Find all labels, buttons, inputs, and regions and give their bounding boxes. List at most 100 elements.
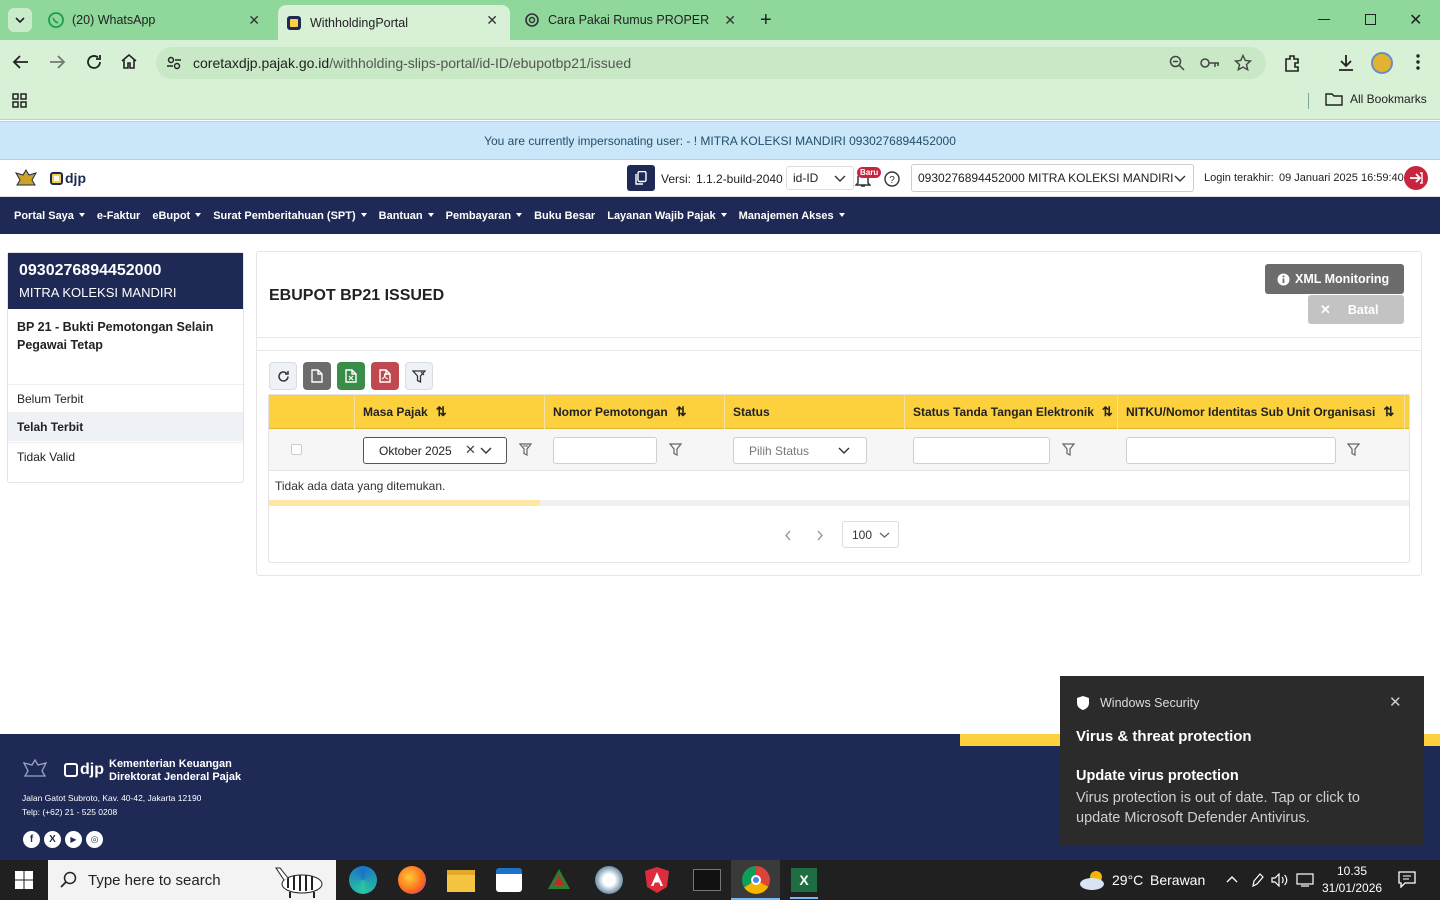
- prev-page-icon[interactable]: [784, 530, 792, 541]
- site-info-icon[interactable]: [166, 55, 182, 71]
- sidebar-item-telah-terbit[interactable]: Telah Terbit: [8, 412, 243, 441]
- nav-pembayaran[interactable]: Pembayaran: [446, 210, 522, 222]
- terminal-icon[interactable]: [693, 869, 721, 891]
- nitku-filter[interactable]: [1126, 437, 1336, 464]
- sidebar-item-belum-terbit[interactable]: Belum Terbit: [8, 384, 243, 413]
- window-close-icon[interactable]: ✕: [1409, 10, 1422, 30]
- masa-pajak-filter[interactable]: Oktober 2025 ✕: [363, 437, 507, 464]
- taskbar-time[interactable]: 10.35: [1337, 864, 1367, 878]
- horizontal-scrollbar[interactable]: [269, 500, 1409, 506]
- weather-description[interactable]: Berawan: [1150, 872, 1205, 888]
- back-icon[interactable]: [12, 53, 30, 71]
- notification-center-icon[interactable]: [1398, 871, 1416, 888]
- nomor-pemotongan-filter[interactable]: [553, 437, 657, 464]
- column-nitku[interactable]: NITKU/Nomor Identitas Sub Unit Organisas…: [1118, 395, 1405, 429]
- taskbar-date[interactable]: 31/01/2026: [1322, 881, 1382, 895]
- nav-e-faktur[interactable]: e-Faktur: [97, 210, 140, 222]
- nav-portal-saya[interactable]: Portal Saya: [14, 210, 85, 222]
- toast-close-icon[interactable]: ✕: [1389, 693, 1402, 711]
- windows-start-icon[interactable]: [15, 871, 33, 889]
- volume-icon[interactable]: [1271, 873, 1289, 887]
- refresh-button[interactable]: [269, 362, 297, 390]
- next-page-icon[interactable]: [816, 530, 824, 541]
- excel-icon[interactable]: X: [791, 868, 817, 892]
- inkscape-app-icon[interactable]: [546, 867, 572, 893]
- logout-button[interactable]: [1404, 166, 1428, 190]
- restore-icon[interactable]: [1365, 14, 1376, 25]
- nav-spt[interactable]: Surat Pemberitahuan (SPT): [213, 210, 366, 222]
- clear-filter-button[interactable]: [405, 362, 433, 390]
- xml-monitoring-button[interactable]: XML Monitoring: [1265, 264, 1404, 294]
- nav-ebupot[interactable]: eBupot: [152, 210, 201, 222]
- column-masa-pajak[interactable]: Masa Pajak ⇅: [355, 395, 545, 429]
- home-icon[interactable]: [120, 52, 138, 70]
- tab-whatsapp[interactable]: (20) WhatsApp ✕: [40, 0, 272, 40]
- locale-select[interactable]: id-ID: [786, 166, 854, 190]
- edge-icon[interactable]: [349, 866, 377, 894]
- all-bookmarks-button[interactable]: All Bookmarks: [1325, 92, 1427, 106]
- nav-layanan-wajib-pajak[interactable]: Layanan Wajib Pajak: [607, 210, 726, 222]
- export-document-button[interactable]: [303, 362, 331, 390]
- column-nomor-pemotongan[interactable]: Nomor Pemotongan ⇅: [545, 395, 725, 429]
- sidebar-item-tidak-valid[interactable]: Tidak Valid: [8, 442, 243, 471]
- column-status-tte[interactable]: Status Tanda Tangan Elektronik ⇅: [905, 395, 1118, 429]
- weather-temp[interactable]: 29°C: [1112, 872, 1143, 888]
- taskbar-search-box[interactable]: Type here to search: [48, 860, 336, 900]
- tab-cara-pakai[interactable]: Cara Pakai Rumus PROPER ✕: [516, 0, 748, 40]
- extensions-icon[interactable]: [1283, 53, 1303, 73]
- angular-app-icon[interactable]: [644, 866, 670, 894]
- browser-menu-icon[interactable]: [1416, 54, 1420, 70]
- forward-icon[interactable]: [48, 53, 66, 71]
- filter-icon[interactable]: [1347, 443, 1360, 456]
- firefox-icon[interactable]: [398, 866, 426, 894]
- instagram-icon[interactable]: ◎: [86, 831, 103, 848]
- password-key-icon[interactable]: [1200, 56, 1220, 70]
- scrollbar-thumb[interactable]: [269, 500, 540, 506]
- reload-icon[interactable]: [85, 53, 103, 71]
- tab-withholding-portal[interactable]: WithholdingPortal ✕: [278, 5, 510, 40]
- filter-options-icon[interactable]: [519, 443, 532, 456]
- profile-avatar[interactable]: [1371, 52, 1393, 74]
- zoom-icon[interactable]: [1169, 55, 1185, 71]
- filter-icon[interactable]: [669, 443, 682, 456]
- help-icon[interactable]: ?: [884, 171, 900, 187]
- youtube-icon[interactable]: ▶: [65, 831, 82, 848]
- pen-icon[interactable]: [1250, 872, 1264, 888]
- star-icon[interactable]: [1234, 54, 1252, 72]
- tray-chevron-up-icon[interactable]: [1226, 875, 1238, 883]
- nav-bantuan[interactable]: Bantuan: [379, 210, 434, 222]
- taxpayer-select[interactable]: 0930276894452000 MITRA KOLEKSI MANDIRI: [911, 164, 1194, 192]
- close-icon[interactable]: ✕: [724, 12, 736, 29]
- sort-icon[interactable]: ⇅: [1383, 404, 1394, 420]
- close-icon[interactable]: ✕: [248, 12, 260, 29]
- filter-icon[interactable]: [1062, 443, 1075, 456]
- apps-grid-icon[interactable]: [12, 93, 27, 108]
- weather-cloud-icon[interactable]: [1079, 870, 1107, 890]
- nav-buku-besar[interactable]: Buku Besar: [534, 210, 595, 222]
- page-size-select[interactable]: 100: [842, 521, 899, 548]
- facebook-icon[interactable]: f: [23, 831, 40, 848]
- x-twitter-icon[interactable]: X: [44, 831, 61, 848]
- windows-security-toast[interactable]: Windows Security ✕ Virus & threat protec…: [1060, 676, 1424, 846]
- file-explorer-icon[interactable]: [447, 870, 475, 892]
- cancel-button[interactable]: ✕ Batal: [1308, 295, 1404, 324]
- sort-icon[interactable]: ⇅: [436, 404, 447, 420]
- sort-icon[interactable]: ⇅: [1102, 404, 1113, 420]
- app-swirl-icon[interactable]: [595, 866, 623, 894]
- status-filter[interactable]: Pilih Status: [733, 437, 867, 464]
- export-excel-button[interactable]: [337, 362, 365, 390]
- close-icon[interactable]: ✕: [486, 12, 498, 29]
- minimize-icon[interactable]: [1318, 19, 1330, 20]
- copy-button[interactable]: [627, 165, 655, 191]
- column-status[interactable]: Status: [725, 395, 905, 429]
- status-tte-filter[interactable]: [913, 437, 1050, 464]
- download-icon[interactable]: [1336, 53, 1356, 73]
- tab-search-button[interactable]: [8, 8, 32, 32]
- new-tab-icon[interactable]: +: [760, 9, 772, 32]
- clear-icon[interactable]: ✕: [465, 442, 476, 458]
- nav-manajemen-akses[interactable]: Manajemen Akses: [739, 210, 845, 222]
- sort-icon[interactable]: ⇅: [676, 404, 687, 420]
- address-bar[interactable]: coretaxdjp.pajak.go.id/withholding-slips…: [156, 47, 1266, 79]
- export-pdf-button[interactable]: [371, 362, 399, 390]
- network-icon[interactable]: [1296, 873, 1314, 887]
